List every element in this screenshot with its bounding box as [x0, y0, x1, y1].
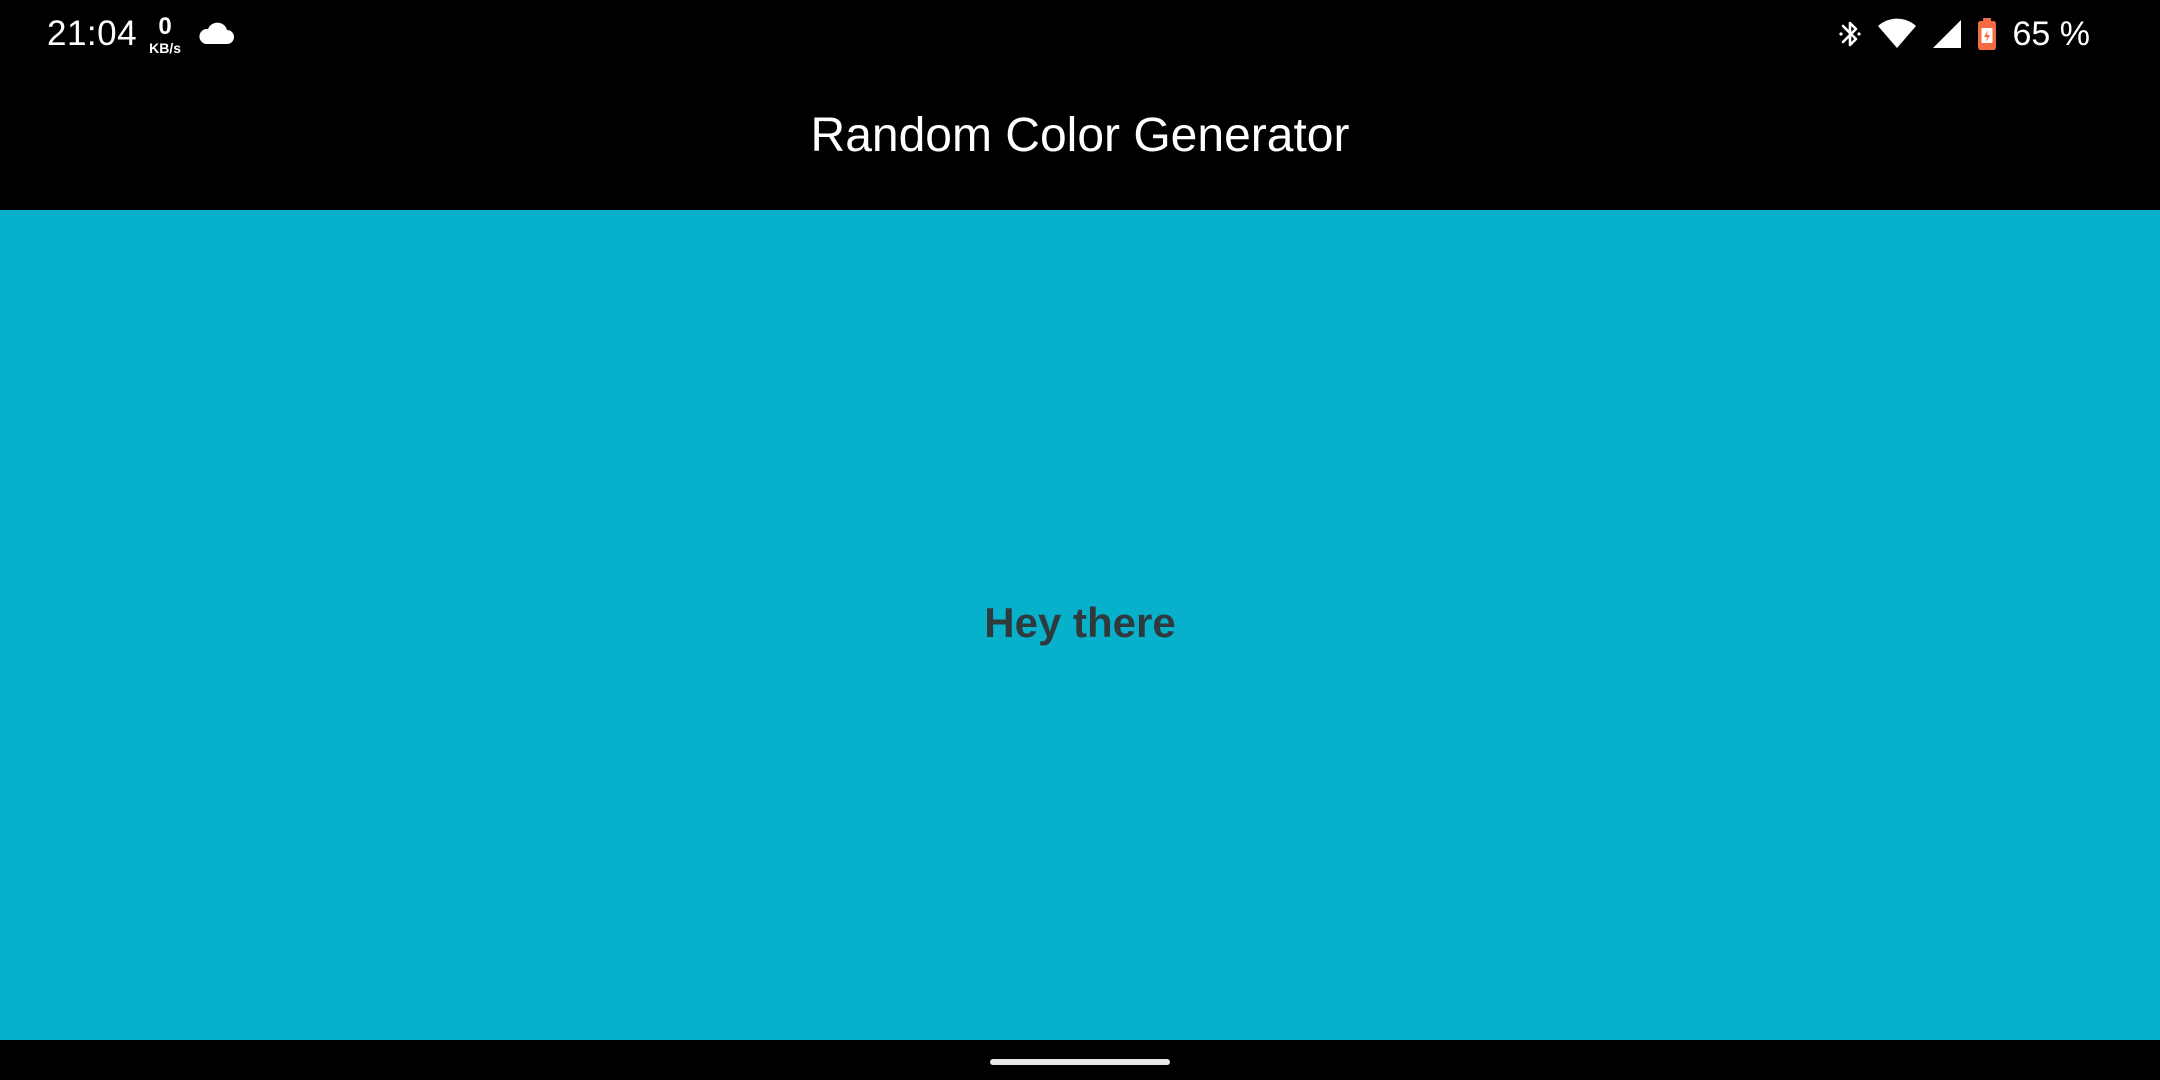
color-display-area[interactable]: Hey there [0, 210, 2160, 1040]
network-speed-unit: KB/s [149, 40, 181, 56]
clock: 21:04 [47, 14, 138, 53]
battery-percent: 65 % [2012, 14, 2091, 53]
network-speed-value: 0 [158, 13, 172, 40]
cell-signal-icon [1931, 18, 1963, 50]
status-bar: 21:04 0 KB/s 65 % [0, 0, 2160, 68]
app-bar: Random Color Generator [0, 68, 2160, 210]
battery-charging-icon [1977, 17, 1997, 51]
bluetooth-icon [1837, 17, 1863, 51]
greeting-text: Hey there [984, 599, 1176, 646]
status-right: 65 % [1837, 0, 2091, 68]
status-left: 21:04 0 KB/s [47, 0, 235, 68]
wifi-icon [1877, 18, 1917, 50]
navigation-bar [0, 1040, 2160, 1080]
home-gesture-handle[interactable] [990, 1059, 1170, 1065]
cloud-icon [197, 22, 235, 46]
network-speed: 0 KB/s [149, 13, 181, 56]
app-title: Random Color Generator [810, 108, 1350, 162]
phone-screen: 21:04 0 KB/s 65 % Random Color Generator… [0, 0, 2160, 1080]
